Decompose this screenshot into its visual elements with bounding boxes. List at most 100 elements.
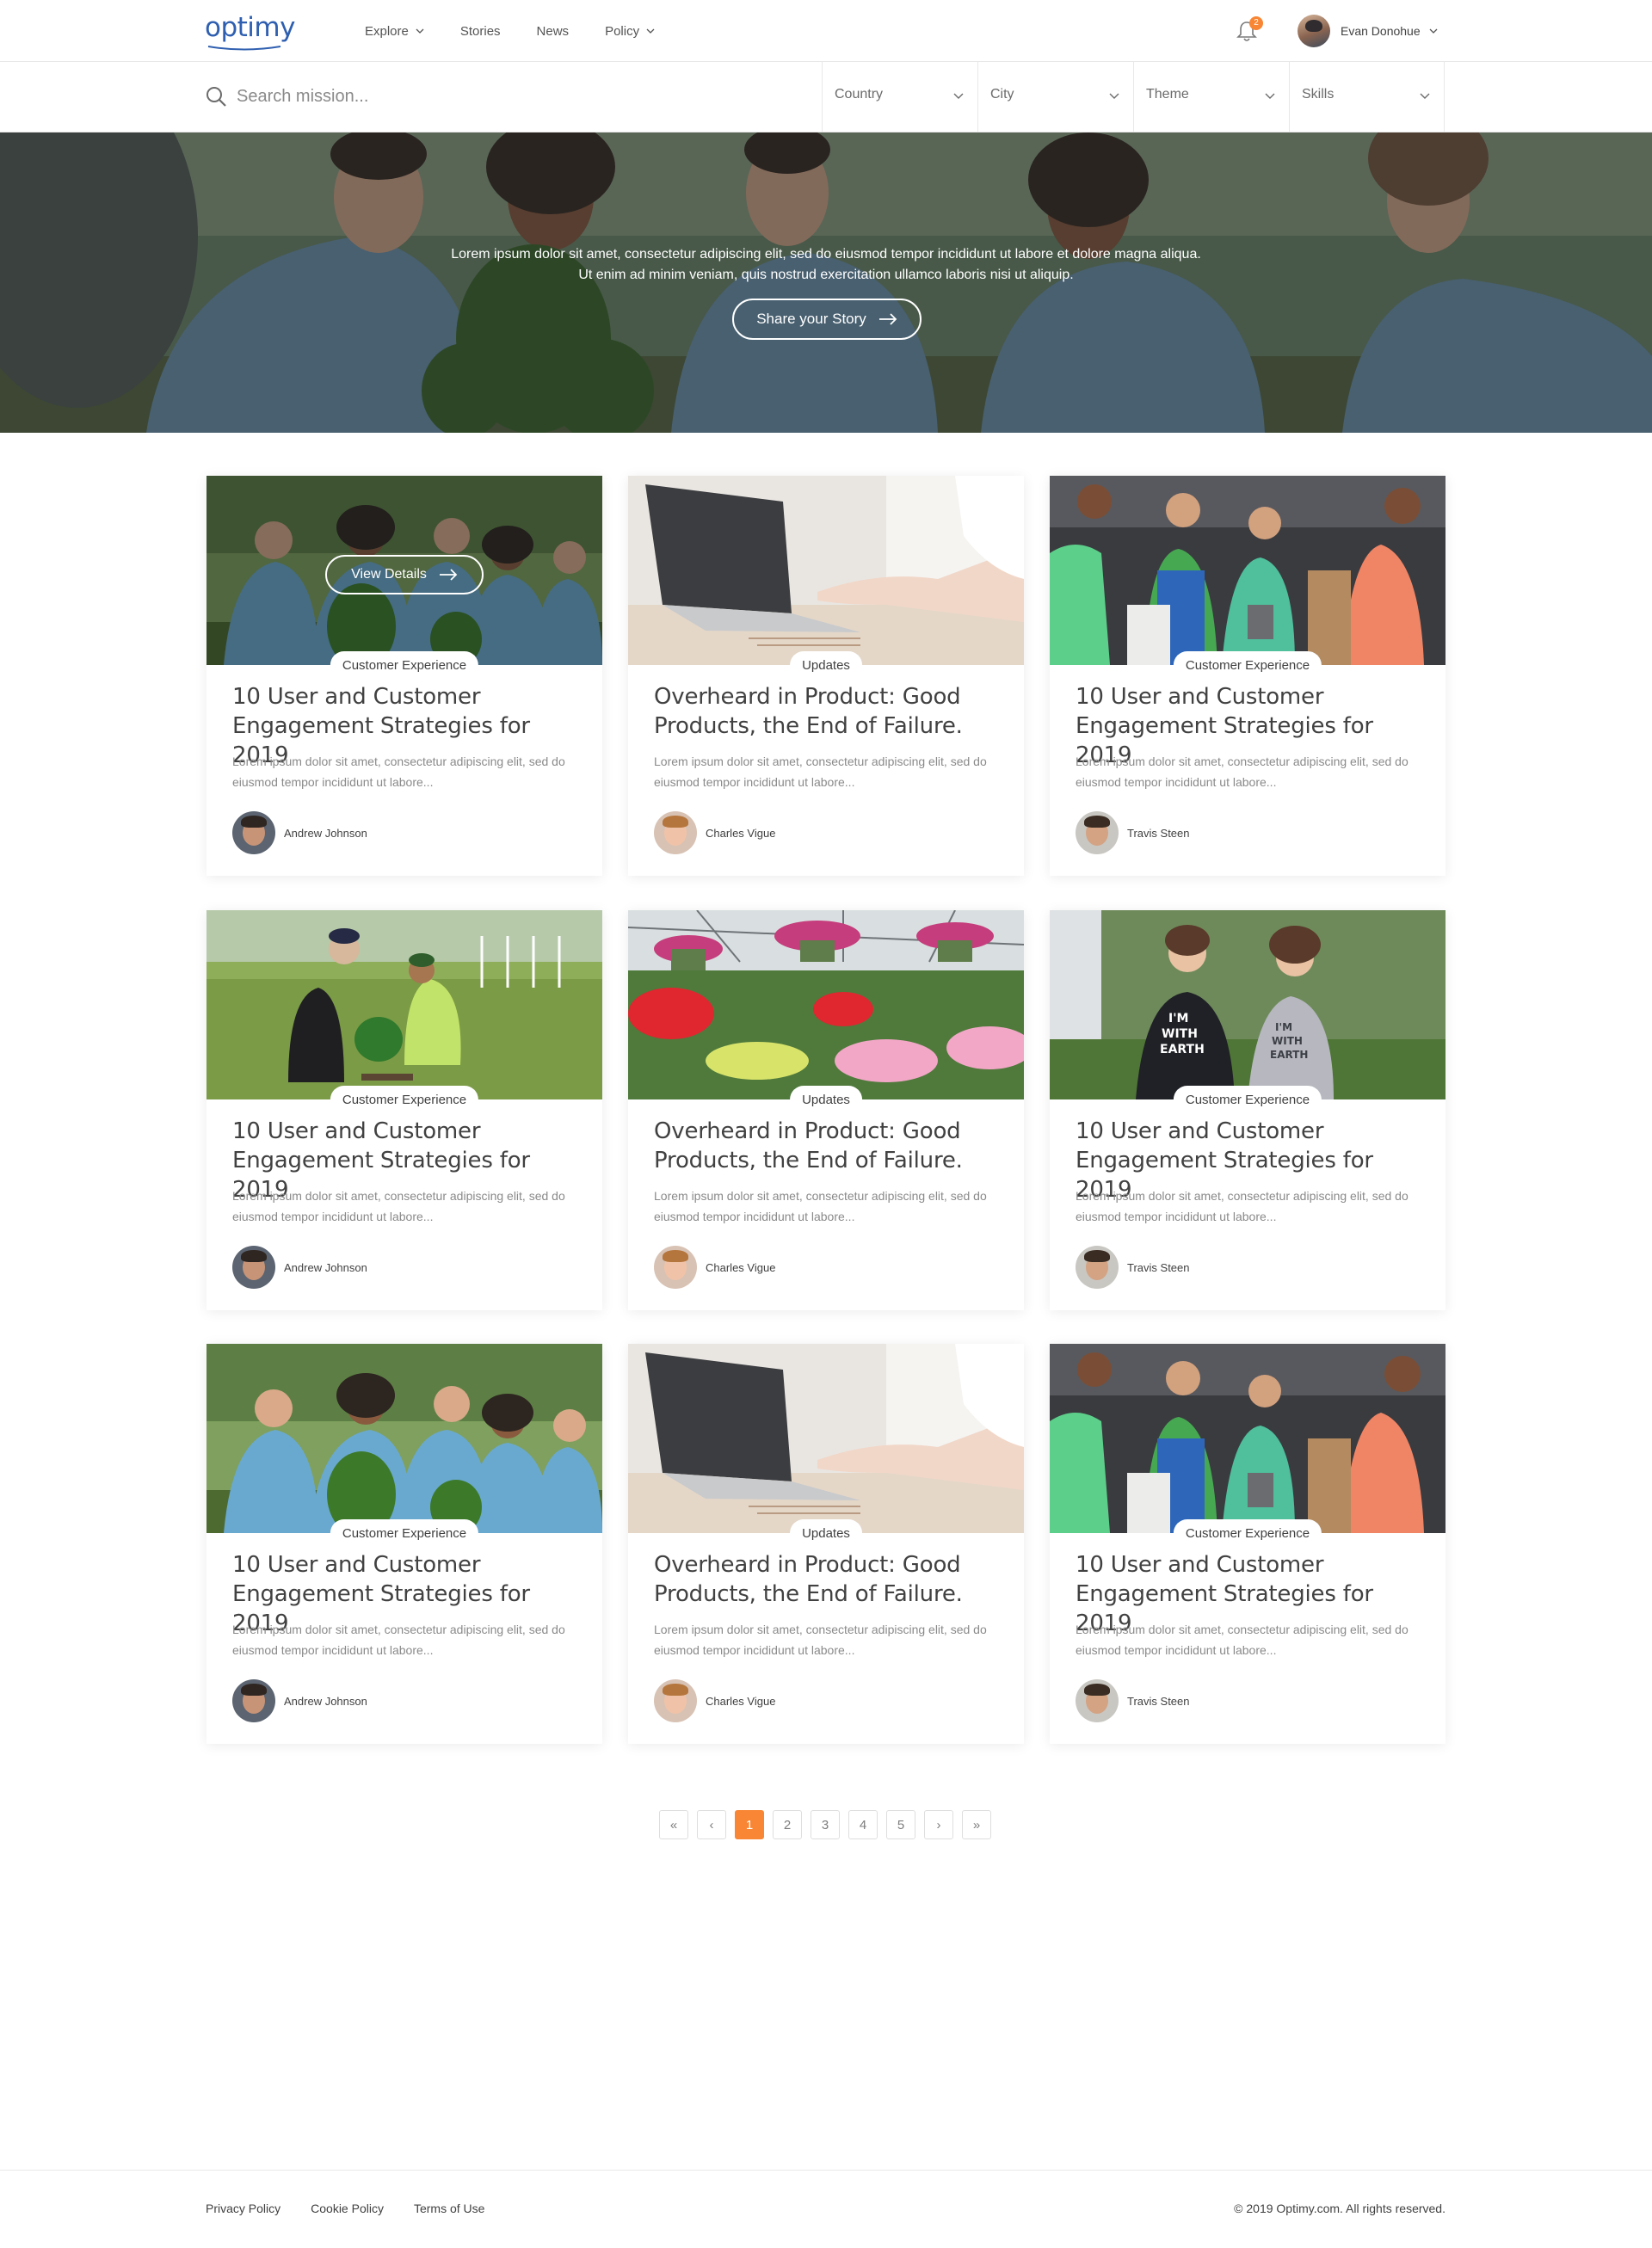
card-description: Lorem ipsum dolor sit amet, consectetur …: [232, 1189, 565, 1223]
author-avatar: [232, 811, 275, 854]
nav-item-explore[interactable]: Explore: [365, 24, 424, 39]
first-page-button[interactable]: «: [659, 1810, 688, 1839]
nav-label: News: [536, 23, 570, 39]
author-avatar: [232, 1246, 275, 1289]
chevron-down-icon: [953, 93, 964, 99]
view-details-button[interactable]: View Details: [325, 555, 484, 594]
card-category-tag: Customer Experience: [1173, 1086, 1322, 1113]
card-author[interactable]: Andrew Johnson: [232, 1679, 367, 1722]
card-image[interactable]: [628, 1344, 1024, 1533]
logo-swoosh-icon: [207, 46, 281, 51]
page-5-button[interactable]: 5: [886, 1810, 915, 1839]
card-description: Lorem ipsum dolor sit amet, consectetur …: [232, 754, 565, 789]
author-avatar: [654, 1246, 697, 1289]
card-image[interactable]: View Details: [206, 476, 602, 665]
mission-card[interactable]: Customer Experience 10 User and Customer …: [1050, 476, 1446, 876]
chevron-down-icon: [1429, 28, 1438, 34]
author-avatar: [1076, 811, 1119, 854]
card-description: Lorem ipsum dolor sit amet, consectetur …: [654, 1189, 987, 1223]
search-icon: [206, 87, 226, 107]
card-description: Lorem ipsum dolor sit amet, consectetur …: [1076, 1623, 1409, 1657]
mission-card[interactable]: Updates Overheard in Product: Good Produc…: [628, 910, 1024, 1310]
card-author[interactable]: Andrew Johnson: [232, 811, 367, 854]
mission-card[interactable]: Updates Overheard in Product: Good Produc…: [628, 1344, 1024, 1744]
card-image[interactable]: I'M WITH EARTH I'M WITH EARTH: [1050, 910, 1446, 1099]
greenhouse-flowers-image: [628, 910, 1024, 1099]
mission-card[interactable]: Updates Overheard in Product: Good Produc…: [628, 476, 1024, 876]
cookie-policy-link[interactable]: Cookie Policy: [311, 2202, 384, 2215]
card-title[interactable]: Overheard in Product: Good Products, the…: [654, 1550, 1007, 1609]
share-your-story-button[interactable]: Share your Story: [732, 299, 922, 340]
mission-card[interactable]: Customer Experience 10 User and Customer …: [206, 910, 602, 1310]
earth-shirts-image: I'M WITH EARTH I'M WITH EARTH: [1050, 910, 1446, 1099]
user-menu[interactable]: Evan Donohue: [1298, 14, 1438, 48]
nav-label: Explore: [365, 23, 409, 39]
card-author[interactable]: Charles Vigue: [654, 1246, 775, 1289]
card-description: Lorem ipsum dolor sit amet, consectetur …: [232, 1623, 565, 1657]
card-image[interactable]: [1050, 1344, 1446, 1533]
card-category-tag: Customer Experience: [330, 1086, 479, 1113]
author-name: Travis Steen: [1127, 1260, 1190, 1274]
author-name: Travis Steen: [1127, 826, 1190, 840]
view-details-label: View Details: [351, 567, 427, 582]
page-4-button[interactable]: 4: [848, 1810, 878, 1839]
next-page-button[interactable]: ›: [924, 1810, 953, 1839]
skills-filter-dropdown[interactable]: Skills: [1289, 62, 1445, 132]
search-mission-input[interactable]: [237, 79, 796, 114]
card-title[interactable]: Overheard in Product: Good Products, the…: [654, 1117, 1007, 1175]
country-filter-dropdown[interactable]: Country: [822, 62, 977, 132]
card-image[interactable]: [1050, 476, 1446, 665]
author-avatar: [1076, 1679, 1119, 1722]
chevron-down-icon: [646, 28, 655, 34]
footer: Privacy Policy Cookie Policy Terms of Us…: [0, 2170, 1652, 2248]
card-author[interactable]: Charles Vigue: [654, 811, 775, 854]
author-name: Andrew Johnson: [284, 1694, 367, 1708]
search-filter-bar: Country City Theme Skills: [0, 62, 1652, 132]
author-avatar: [654, 811, 697, 854]
card-author[interactable]: Travis Steen: [1076, 1679, 1190, 1722]
svg-text:EARTH: EARTH: [1160, 1043, 1205, 1056]
card-title[interactable]: Overheard in Product: Good Products, the…: [654, 682, 1007, 741]
user-avatar: [1298, 15, 1330, 47]
page-2-button[interactable]: 2: [773, 1810, 802, 1839]
card-author[interactable]: Travis Steen: [1076, 811, 1190, 854]
filter-label: City: [990, 87, 1014, 102]
card-image[interactable]: [206, 1344, 602, 1533]
last-page-button[interactable]: »: [962, 1810, 991, 1839]
user-name: Evan Donohue: [1341, 24, 1421, 38]
arrow-right-icon: [439, 569, 458, 581]
author-name: Andrew Johnson: [284, 826, 367, 840]
page-1-button[interactable]: 1: [735, 1810, 764, 1839]
privacy-policy-link[interactable]: Privacy Policy: [206, 2202, 280, 2215]
city-filter-dropdown[interactable]: City: [977, 62, 1133, 132]
nav-item-policy[interactable]: Policy: [605, 24, 655, 39]
card-category-tag: Customer Experience: [330, 651, 479, 679]
previous-page-button[interactable]: ‹: [697, 1810, 726, 1839]
author-avatar: [232, 1679, 275, 1722]
mission-card[interactable]: View Details Customer Experience 10 User a…: [206, 476, 602, 876]
hero-description: Lorem ipsum dolor sit amet, consectetur …: [451, 247, 1201, 282]
share-story-label: Share your Story: [756, 311, 866, 327]
terms-of-use-link[interactable]: Terms of Use: [414, 2202, 484, 2215]
page-3-button[interactable]: 3: [811, 1810, 840, 1839]
card-image[interactable]: [628, 476, 1024, 665]
nav-label: Policy: [605, 23, 640, 39]
laptop-typing-image: [628, 476, 1024, 665]
card-author[interactable]: Andrew Johnson: [232, 1246, 367, 1289]
theme-filter-dropdown[interactable]: Theme: [1133, 62, 1289, 132]
food-drive-image: [1050, 476, 1446, 665]
card-author[interactable]: Travis Steen: [1076, 1246, 1190, 1289]
optimy-logo[interactable]: optimy: [205, 12, 295, 51]
nav-item-news[interactable]: News: [537, 24, 570, 39]
mission-card[interactable]: I'M WITH EARTH I'M WITH EARTH Customer Experie…: [1050, 910, 1446, 1310]
card-image[interactable]: [628, 910, 1024, 1099]
food-drive-image: [1050, 1344, 1446, 1533]
card-image[interactable]: [206, 910, 602, 1099]
card-author[interactable]: Charles Vigue: [654, 1679, 775, 1722]
mission-card[interactable]: Customer Experience 10 User and Customer …: [1050, 1344, 1446, 1744]
chevron-down-icon: [416, 28, 424, 34]
nav-item-stories[interactable]: Stories: [460, 24, 501, 39]
card-description: Lorem ipsum dolor sit amet, consectetur …: [1076, 754, 1409, 789]
mission-card[interactable]: Customer Experience 10 User and Customer …: [206, 1344, 602, 1744]
filter-label: Skills: [1302, 87, 1335, 102]
